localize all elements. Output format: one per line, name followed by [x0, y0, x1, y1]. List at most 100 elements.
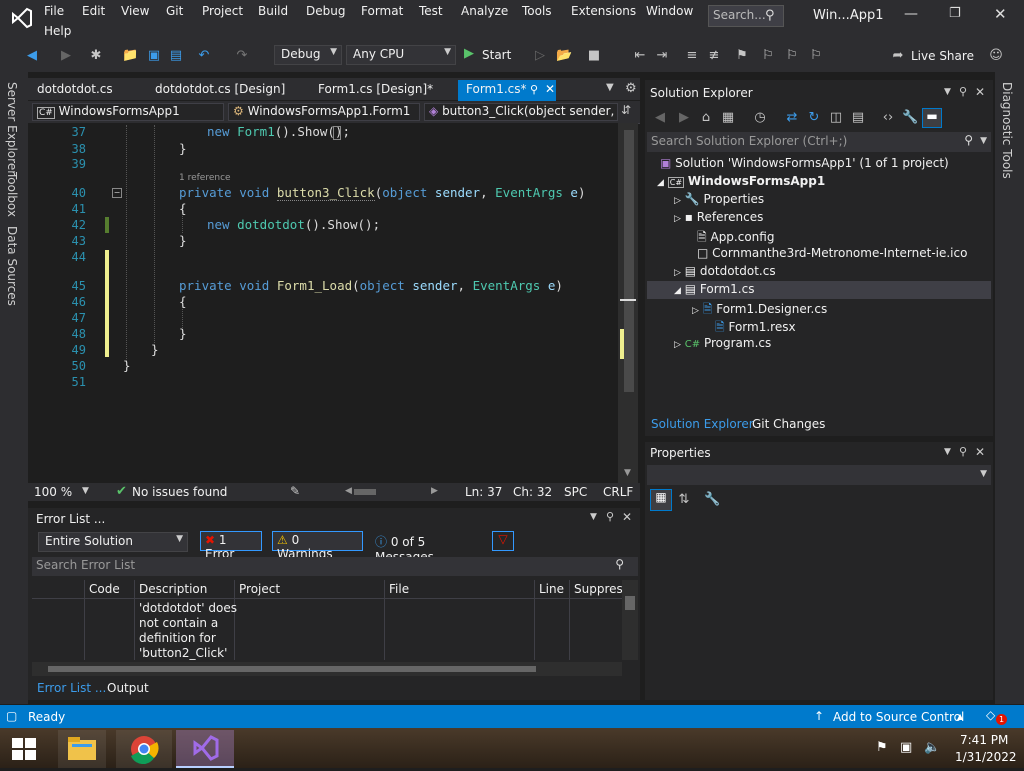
refresh-icon[interactable]: ↻: [806, 110, 822, 126]
pin-icon[interactable]: ⚲: [606, 510, 614, 523]
menu-file[interactable]: File: [44, 4, 64, 18]
code-line-37[interactable]: new Form1().Show();: [207, 124, 350, 139]
add-to-source-control[interactable]: Add to Source Control: [833, 710, 964, 724]
menu-window[interactable]: Window: [646, 4, 693, 18]
error-list-scrollbar[interactable]: [622, 580, 638, 660]
clock-time[interactable]: 7:41 PM: [960, 733, 1008, 747]
menu-extensions[interactable]: Extensions: [571, 4, 636, 18]
menu-debug[interactable]: Debug: [306, 4, 345, 18]
live-share-button[interactable]: Live Share: [911, 49, 974, 63]
error-search-box[interactable]: Search Error List ⚲: [32, 557, 638, 576]
sync-icon[interactable]: ⇄: [784, 110, 800, 126]
panel-close-icon[interactable]: ✕: [622, 510, 632, 524]
warnings-filter-button[interactable]: ⚠ 0 Warnings: [272, 531, 363, 561]
file-explorer-taskbar-icon[interactable]: [58, 730, 106, 768]
code-line-38[interactable]: }: [179, 141, 187, 156]
scroll-right-icon[interactable]: ▶: [431, 486, 438, 496]
wrench-icon[interactable]: 🔧: [704, 492, 720, 508]
line-indicator[interactable]: Ln: 37: [465, 485, 502, 499]
error-scope-combo[interactable]: Entire Solution ▼: [38, 532, 188, 552]
column-indicator[interactable]: Ch: 32: [513, 485, 552, 499]
save-all-icon[interactable]: ▤: [168, 48, 184, 64]
chevron-up-icon[interactable]: ▲: [957, 712, 963, 721]
code-line-46[interactable]: {: [179, 294, 187, 309]
panel-close-icon[interactable]: ✕: [975, 445, 985, 459]
play-icon[interactable]: ▶: [464, 46, 474, 61]
diagnostic-tools-tab[interactable]: Diagnostic Tools: [1000, 82, 1014, 179]
zoom-chevron-down-icon[interactable]: ▼: [82, 486, 89, 496]
code-editor[interactable]: [28, 123, 618, 483]
step-icon[interactable]: ⇤: [632, 48, 648, 64]
code-line-48[interactable]: }: [179, 326, 187, 341]
menu-edit[interactable]: Edit: [82, 4, 105, 18]
menu-tools[interactable]: Tools: [522, 4, 552, 18]
wrench-icon[interactable]: 🔧: [902, 110, 918, 126]
nav-project-combo[interactable]: C# WindowsFormsApp1: [32, 103, 224, 121]
new-project-icon[interactable]: ✱: [88, 48, 104, 64]
tab-list-chevron-down-icon[interactable]: ▼: [606, 82, 614, 93]
scroll-left-icon[interactable]: ◀: [345, 486, 352, 496]
tab-dotdotdot-design[interactable]: dotdotdot.cs [Design]: [155, 82, 285, 100]
hscroll-thumb[interactable]: [48, 666, 536, 672]
tree-ico-file[interactable]: □ Cornmanthe3rd-Metronome-Internet-ie.ic…: [697, 246, 967, 260]
pin-icon[interactable]: ⚲: [530, 83, 538, 96]
code-line-45[interactable]: private void Form1_Load(object sender, E…: [179, 278, 563, 293]
search-icon[interactable]: ⚲: [765, 8, 775, 23]
uncomment-icon[interactable]: ≢: [706, 48, 722, 64]
server-explorer-tab[interactable]: Server Explorer: [5, 82, 19, 175]
messages-filter-button[interactable]: ⓘ 0 of 5 Messages: [370, 531, 482, 564]
code-line-40[interactable]: private void button3_Click(object sender…: [179, 185, 585, 201]
zoom-level[interactable]: 100 %: [34, 485, 72, 499]
tab-dotdotdot-cs[interactable]: dotdotdot.cs: [37, 82, 113, 100]
column-header-file[interactable]: File: [389, 582, 409, 596]
search-icon[interactable]: ⚲: [964, 133, 973, 147]
show-all-files-icon[interactable]: ▤: [850, 110, 866, 126]
volume-muted-icon[interactable]: 🔈: [924, 740, 940, 755]
save-icon[interactable]: ▣: [146, 48, 162, 64]
panel-menu-chevron-down-icon[interactable]: ▼: [944, 87, 951, 97]
bookmark-next-icon[interactable]: ⚐: [784, 48, 800, 64]
tree-properties[interactable]: ▷ 🔧 Properties: [674, 192, 764, 206]
code-line-50[interactable]: }: [123, 358, 131, 373]
bookmark-icon[interactable]: ⚑: [734, 48, 750, 64]
hot-reload-icon[interactable]: ■: [586, 48, 602, 64]
toolbox-tab[interactable]: Toolbox: [5, 172, 19, 217]
categorized-icon[interactable]: ▦: [650, 489, 672, 511]
whitespace-indicator[interactable]: SPC: [564, 485, 587, 499]
bookmark-prev-icon[interactable]: ⚐: [760, 48, 776, 64]
code-line-49[interactable]: }: [151, 342, 159, 357]
tab-form1-design[interactable]: Form1.cs [Design]*: [318, 82, 433, 100]
menu-project[interactable]: Project: [202, 4, 243, 18]
preview-selected-icon[interactable]: ▬: [922, 108, 942, 128]
nav-member-combo[interactable]: ◈ button3_Click(object sender, E: [424, 103, 618, 121]
home-icon[interactable]: ⌂: [698, 110, 714, 126]
menu-format[interactable]: Format: [361, 4, 403, 18]
tab-error-list[interactable]: Error List ...: [37, 681, 106, 695]
feedback-icon[interactable]: ☺: [988, 48, 1004, 64]
browse-icon[interactable]: 📂: [556, 48, 572, 64]
indent-icon[interactable]: ⇥: [654, 48, 670, 64]
menu-help[interactable]: Help: [44, 24, 71, 38]
code-line-43[interactable]: }: [179, 233, 187, 248]
column-header-description[interactable]: Description: [139, 582, 207, 596]
column-header-code[interactable]: Code: [89, 582, 120, 596]
open-folder-icon[interactable]: 📁: [122, 48, 138, 64]
tree-references[interactable]: ▷ ▪ References: [674, 210, 763, 224]
tab-form1-cs[interactable]: Form1.cs*: [466, 82, 527, 100]
table-row[interactable]: 'dotdotdot' does not contain a definitio…: [139, 601, 237, 661]
visual-studio-taskbar-icon[interactable]: [176, 730, 234, 768]
nav-class-combo[interactable]: ⚙ WindowsFormsApp1.Form1: [228, 103, 420, 121]
scrollbar-thumb[interactable]: [624, 130, 634, 392]
collapse-toggle-icon[interactable]: −: [112, 188, 122, 198]
clock-date[interactable]: 1/31/2022: [955, 750, 1017, 764]
column-header-line[interactable]: Line: [539, 582, 564, 596]
issues-status[interactable]: No issues found: [132, 485, 227, 499]
panel-menu-chevron-down-icon[interactable]: ▼: [590, 512, 597, 522]
tab-solution-explorer[interactable]: Solution Explorer: [651, 417, 754, 431]
close-button[interactable]: ✕: [994, 5, 1007, 23]
tree-solution[interactable]: ▣ Solution 'WindowsFormsApp1' (1 of 1 pr…: [660, 156, 949, 170]
code-line-41[interactable]: {: [179, 201, 187, 216]
brush-icon[interactable]: ✎: [290, 484, 300, 498]
menu-git[interactable]: Git: [166, 4, 183, 18]
config-combo[interactable]: Debug ▼: [274, 45, 342, 65]
